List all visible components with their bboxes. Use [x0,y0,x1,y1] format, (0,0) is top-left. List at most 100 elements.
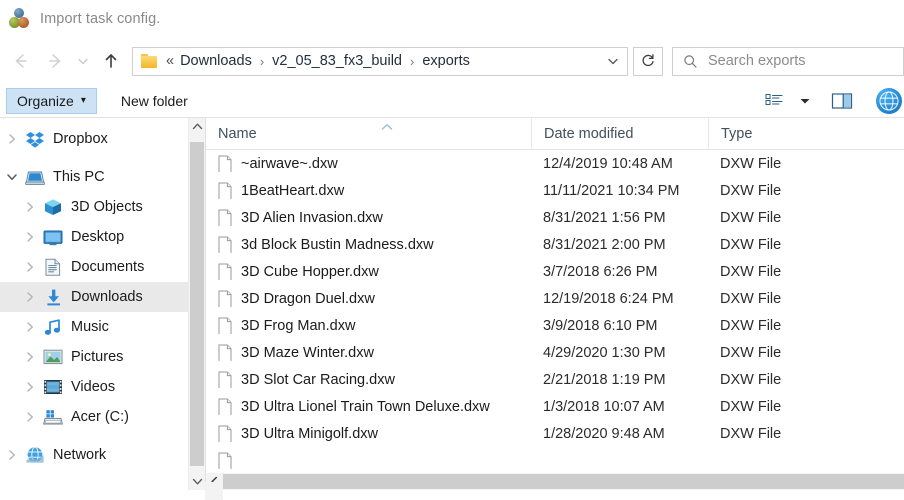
search-box[interactable]: Search exports [672,46,904,76]
table-row[interactable]: 3D Ultra Lionel Train Town Deluxe.dxw 1/3… [206,393,904,420]
preview-pane-icon[interactable] [818,86,866,116]
sidebar-item-downloads[interactable]: Downloads [0,282,205,312]
forward-button[interactable] [38,44,72,78]
up-button[interactable] [94,44,128,78]
breadcrumb-overflow[interactable]: « [164,53,178,69]
address-dropdown-button[interactable] [599,54,627,68]
sidebar-item-pictures[interactable]: Pictures [0,342,205,372]
chevron-right-icon[interactable] [18,351,42,363]
sidebar-scroll-thumb[interactable] [190,142,204,466]
file-icon [218,236,232,253]
chevron-right-icon[interactable] [18,261,42,273]
sidebar-item-videos[interactable]: Videos [0,372,205,402]
explorer-body: Dropbox This PC 3D Objects Desktop Documents… [0,118,904,490]
new-folder-button[interactable]: New folder [109,88,200,114]
cell-type: DXW File [720,398,782,415]
scroll-up-icon[interactable] [189,118,205,135]
cell-type: DXW File [720,425,782,442]
table-row[interactable]: 3D Slot Car Racing.dxw 2/21/2018 1:19 PM D… [206,366,904,393]
cell-type: DXW File [720,290,782,307]
downloads-icon [42,288,64,307]
help-globe-icon[interactable] [876,87,902,114]
table-row[interactable]: 3D Cube Hopper.dxw 3/7/2018 6:26 PM DXW Fi… [206,258,904,285]
sidebar-item-label: Acer (C:) [71,409,129,425]
organize-button[interactable]: Organize ▾ [6,87,97,114]
sidebar-item-acer-c[interactable]: Acer (C:) [0,402,205,432]
sidebar-item-network[interactable]: Network [0,440,205,470]
chevron-right-icon[interactable] [18,321,42,333]
chevron-down-icon[interactable] [0,171,24,183]
view-options-chevron-down-icon[interactable] [792,86,818,116]
table-row[interactable]: 3D Dragon Duel.dxw 12/19/2018 6:24 PM DXW … [206,285,904,312]
chevron-right-icon[interactable] [0,133,24,145]
back-button[interactable] [4,44,38,78]
horizontal-scroll-thumb[interactable] [223,474,904,489]
sidebar-item-dropbox[interactable]: Dropbox [0,124,205,154]
file-icon [218,317,232,334]
breadcrumb-separator[interactable]: › [404,54,420,69]
file-name: 3D Ultra Minigolf.dxw [241,425,378,442]
sidebar-item-this-pc[interactable]: This PC [0,162,205,192]
file-name: 3D Maze Winter.dxw [241,344,374,361]
table-row[interactable]: 3d Block Bustin Madness.dxw 8/31/2021 2:0… [206,231,904,258]
view-list-icon[interactable] [758,86,792,116]
sidebar-item-desktop[interactable]: Desktop [0,222,205,252]
table-row[interactable]: 3D Ultra Minigolf.dxw 1/28/2020 9:48 AM DX… [206,420,904,447]
table-row[interactable]: 3D Maze Winter.dxw 4/29/2020 1:30 PM DXW F… [206,339,904,366]
cell-date-modified: 11/11/2021 10:34 PM [543,182,680,199]
refresh-button[interactable] [633,46,663,76]
search-input[interactable]: Search exports [708,53,806,69]
cell-name[interactable]: 3D Alien Invasion.dxw [206,209,531,226]
cell-name[interactable]: 3D Slot Car Racing.dxw [206,371,531,388]
chevron-right-icon[interactable] [18,381,42,393]
cell-name[interactable]: 3D Ultra Minigolf.dxw [206,425,531,442]
navigation-list: Dropbox This PC 3D Objects Desktop Documents… [0,124,205,470]
cell-name[interactable]: 3D Ultra Lionel Train Town Deluxe.dxw [206,398,531,415]
sidebar-item-label: Pictures [71,349,124,365]
cell-name[interactable]: ~airwave~.dxw [206,155,531,172]
cell-name[interactable]: 3D Cube Hopper.dxw [206,263,531,280]
window-title: Import task config. [40,11,161,27]
sidebar-item-label: Music [71,319,109,335]
chevron-right-icon[interactable] [18,291,42,303]
cell-type: DXW File [720,317,782,334]
cell-name[interactable]: 1BeatHeart.dxw [206,182,531,199]
table-row-partial[interactable] [206,447,904,474]
column-header-type[interactable]: Type [708,118,904,150]
chevron-right-icon[interactable] [18,201,42,213]
chevron-right-icon[interactable] [18,411,42,423]
cell-name[interactable]: 3D Dragon Duel.dxw [206,290,531,307]
sidebar-scrollbar[interactable] [188,118,205,490]
address-bar[interactable]: « Downloads › v2_05_83_fx3_build › expor… [132,46,628,76]
cell-name[interactable] [206,452,531,469]
table-row[interactable]: 3D Alien Invasion.dxw 8/31/2021 1:56 PM DX… [206,204,904,231]
sidebar-item-music[interactable]: Music [0,312,205,342]
cell-name[interactable]: 3d Block Bustin Madness.dxw [206,236,531,253]
this-pc-icon [24,169,46,186]
table-row[interactable]: 3D Frog Man.dxw 3/9/2018 6:10 PM DXW File [206,312,904,339]
breadcrumb-item-build[interactable]: v2_05_83_fx3_build [270,53,404,69]
sidebar-item-documents[interactable]: Documents [0,252,205,282]
cell-name[interactable]: 3D Maze Winter.dxw [206,344,531,361]
chevron-right-icon[interactable] [0,449,24,461]
sidebar-scroll-down-button[interactable] [205,482,223,500]
cell-name[interactable]: 3D Frog Man.dxw [206,317,531,334]
recent-locations-button[interactable] [72,44,94,78]
cell-date-modified: 8/31/2021 1:56 PM [543,209,666,226]
horizontal-scrollbar[interactable] [206,473,904,490]
file-explorer-window: Import task config. « Downloads › v2_05_… [0,0,904,500]
chevron-right-icon[interactable] [18,231,42,243]
documents-icon [42,258,64,277]
scroll-down-icon[interactable] [189,473,205,490]
column-label-type: Type [721,125,753,142]
table-row[interactable]: ~airwave~.dxw 12/4/2019 10:48 AM DXW File [206,150,904,177]
file-icon [218,425,232,442]
table-row[interactable]: 1BeatHeart.dxw 11/11/2021 10:34 PM DXW Fil… [206,177,904,204]
column-header-date-modified[interactable]: Date modified [531,118,708,150]
breadcrumb-separator[interactable]: › [254,54,270,69]
sidebar-item-label: 3D Objects [71,199,143,215]
column-header-name[interactable]: Name [206,118,531,150]
sidebar-item-3d-objects[interactable]: 3D Objects [0,192,205,222]
breadcrumb-item-exports[interactable]: exports [420,53,472,69]
breadcrumb-item-downloads[interactable]: Downloads [178,53,254,69]
